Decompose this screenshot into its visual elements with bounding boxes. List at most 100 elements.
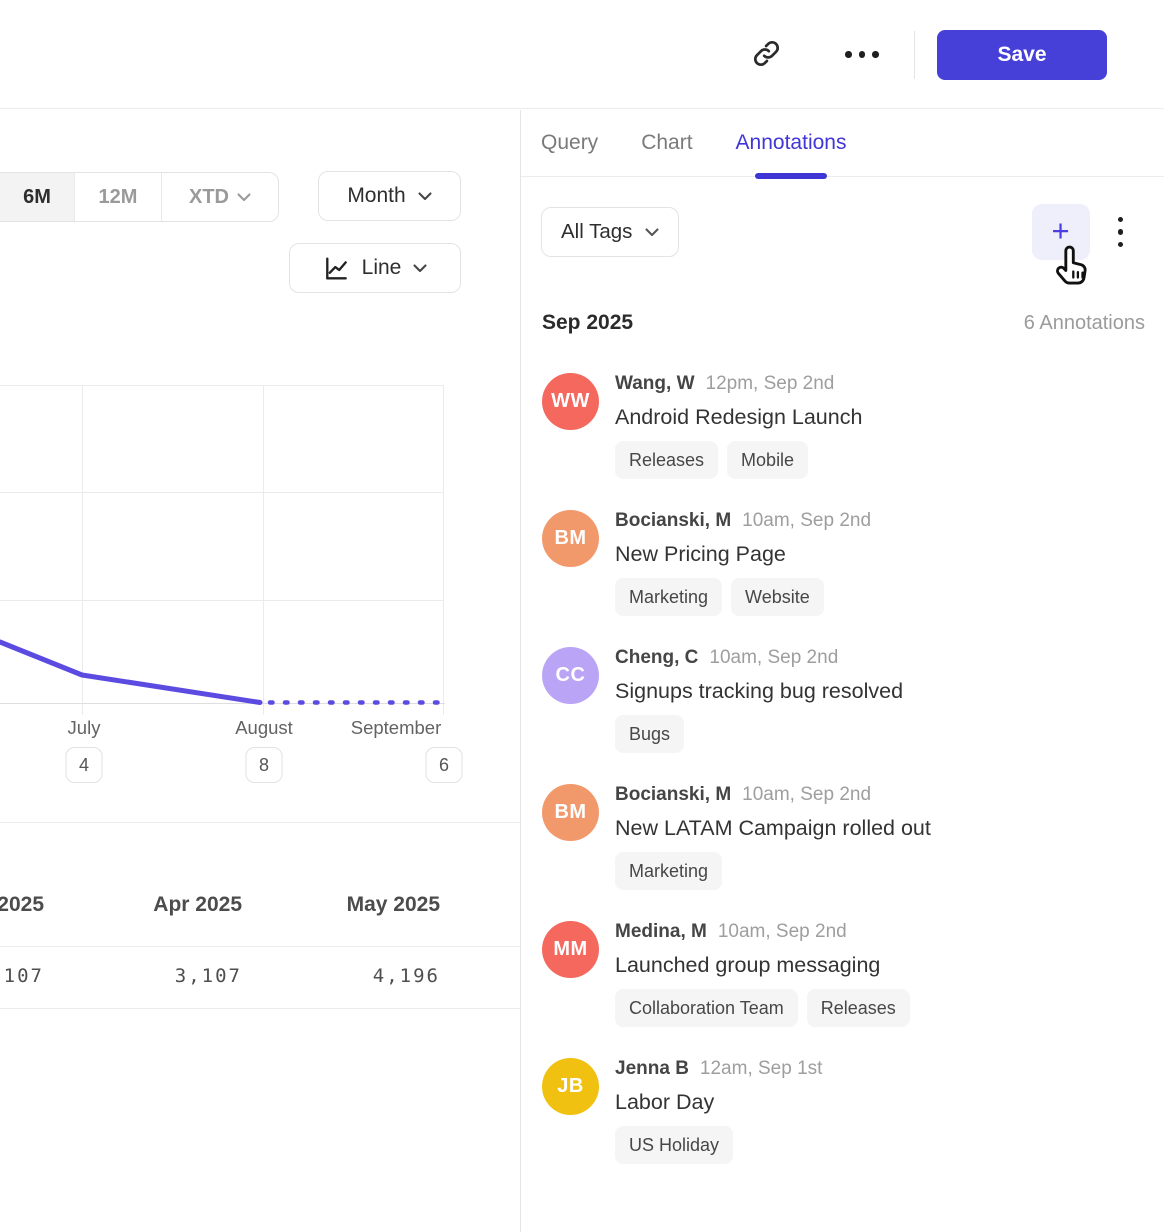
- share-link-button[interactable]: [744, 33, 788, 77]
- range-tab-xtd-label: XTD: [189, 186, 229, 209]
- annotation-author: Bocianski, M: [615, 784, 731, 806]
- line-chart[interactable]: [0, 385, 521, 719]
- annotation-item[interactable]: JB Jenna B 12am, Sep 1st Labor Day US Ho…: [542, 1058, 1145, 1164]
- annotation-count-badge-september[interactable]: 6: [426, 747, 463, 783]
- annotation-timestamp: 10am, Sep 2nd: [718, 921, 847, 943]
- save-button[interactable]: Save: [937, 30, 1107, 80]
- avatar: WW: [542, 373, 599, 430]
- annotation-author: Cheng, C: [615, 647, 698, 669]
- annotation-title: Launched group messaging: [615, 948, 910, 982]
- annotation-title: Android Redesign Launch: [615, 400, 862, 434]
- annotation-tag: US Holiday: [615, 1126, 733, 1164]
- table-header-may: May 2025: [347, 893, 440, 917]
- tab-chart-label: Chart: [641, 131, 692, 155]
- annotation-tag: Marketing: [615, 578, 722, 616]
- chevron-down-icon: [237, 193, 251, 202]
- table-border-mid: [0, 946, 521, 947]
- avatar: JB: [542, 1058, 599, 1115]
- annotation-timestamp: 10am, Sep 2nd: [742, 784, 871, 806]
- annotation-item[interactable]: MM Medina, M 10am, Sep 2nd Launched grou…: [542, 921, 1145, 1027]
- range-tab-6m[interactable]: 6M: [0, 173, 74, 221]
- kebab-icon: [1118, 217, 1124, 223]
- annotation-author: Jenna B: [615, 1058, 689, 1080]
- annotation-tag: Releases: [615, 441, 718, 479]
- avatar: BM: [542, 510, 599, 567]
- annotation-tag: Mobile: [727, 441, 808, 479]
- table-border-top: [0, 822, 521, 823]
- chart-type-label: Line: [362, 256, 402, 280]
- annotation-title: Signups tracking bug resolved: [615, 674, 903, 708]
- annotation-timestamp: 12pm, Sep 2nd: [706, 373, 835, 395]
- month-section-header: Sep 2025 6 Annotations: [542, 311, 1145, 335]
- annotation-title: New LATAM Campaign rolled out: [615, 811, 931, 845]
- table-header-apr: Apr 2025: [153, 893, 242, 917]
- header-divider: [914, 31, 915, 79]
- annotation-item[interactable]: BM Bocianski, M 10am, Sep 2nd New LATAM …: [542, 784, 1145, 890]
- table-border-bottom: [0, 1008, 521, 1009]
- chart-gridlines: [0, 385, 445, 715]
- annotation-item[interactable]: BM Bocianski, M 10am, Sep 2nd New Pricin…: [542, 510, 1145, 616]
- annotation-count-badge-july[interactable]: 4: [66, 747, 103, 783]
- annotation-item[interactable]: WW Wang, W 12pm, Sep 2nd Android Redesig…: [542, 373, 1145, 479]
- table-value-apr: 3,107: [175, 965, 242, 987]
- table-header-mar: 2025: [0, 893, 44, 917]
- tab-query-label: Query: [541, 131, 598, 155]
- active-tab-underline: [755, 173, 827, 179]
- x-axis-label-august: August: [235, 717, 293, 739]
- date-range-segmented-control: 6M 12M XTD: [0, 172, 279, 222]
- all-tags-label: All Tags: [561, 220, 632, 244]
- annotation-item[interactable]: CC Cheng, C 10am, Sep 2nd Signups tracki…: [542, 647, 1145, 753]
- chevron-down-icon: [418, 192, 432, 201]
- annotation-author: Bocianski, M: [615, 510, 731, 532]
- chart-panel: 6M 12M XTD Month Line: [0, 110, 521, 1232]
- section-month-title: Sep 2025: [542, 311, 633, 335]
- table-value-mar: 107: [4, 965, 44, 987]
- chart-type-dropdown[interactable]: Line: [289, 243, 461, 293]
- chevron-down-icon: [645, 228, 659, 237]
- annotation-count-badge-august[interactable]: 8: [246, 747, 283, 783]
- annotation-tag: Releases: [807, 989, 910, 1027]
- avatar: BM: [542, 784, 599, 841]
- more-options-button[interactable]: [840, 33, 884, 77]
- annotation-timestamp: 12am, Sep 1st: [700, 1058, 823, 1080]
- chevron-down-icon: [413, 264, 427, 273]
- tab-chart[interactable]: Chart: [641, 110, 692, 176]
- tab-query[interactable]: Query: [541, 110, 598, 176]
- annotation-timestamp: 10am, Sep 2nd: [709, 647, 838, 669]
- plus-icon: +: [1051, 215, 1069, 246]
- ellipsis-icon: [845, 51, 879, 58]
- annotations-menu-button[interactable]: [1114, 213, 1128, 252]
- annotation-tag: Marketing: [615, 852, 722, 890]
- annotation-list: WW Wang, W 12pm, Sep 2nd Android Redesig…: [542, 373, 1145, 1164]
- annotation-tag: Collaboration Team: [615, 989, 798, 1027]
- tab-annotations-label: Annotations: [736, 131, 847, 155]
- x-axis-label-september: September: [351, 717, 442, 739]
- section-annotation-count: 6 Annotations: [1024, 312, 1145, 335]
- avatar: MM: [542, 921, 599, 978]
- panel-tabs: Query Chart Annotations: [521, 110, 1164, 177]
- annotation-tag: Bugs: [615, 715, 684, 753]
- chart-series-line: [0, 642, 260, 703]
- annotation-tag: Website: [731, 578, 824, 616]
- table-value-may: 4,196: [373, 965, 440, 987]
- granularity-dropdown[interactable]: Month: [318, 171, 461, 221]
- annotations-panel: Query Chart Annotations All Tags +: [521, 110, 1164, 1232]
- annotations-toolbar: All Tags +: [541, 204, 1145, 260]
- x-axis-label-july: July: [68, 717, 101, 739]
- annotation-title: Labor Day: [615, 1085, 822, 1119]
- range-tab-12m[interactable]: 12M: [74, 173, 161, 221]
- annotation-author: Medina, M: [615, 921, 707, 943]
- add-annotation-button[interactable]: +: [1032, 204, 1090, 260]
- link-icon: [751, 38, 782, 72]
- range-tab-6m-label: 6M: [23, 186, 51, 209]
- tab-annotations[interactable]: Annotations: [736, 110, 847, 176]
- annotation-title: New Pricing Page: [615, 537, 871, 571]
- granularity-label: Month: [347, 184, 405, 208]
- range-tab-xtd[interactable]: XTD: [161, 173, 278, 221]
- top-bar: Save: [0, 0, 1164, 109]
- line-chart-icon: [323, 255, 350, 282]
- annotation-timestamp: 10am, Sep 2nd: [742, 510, 871, 532]
- avatar: CC: [542, 647, 599, 704]
- all-tags-filter-dropdown[interactable]: All Tags: [541, 207, 679, 257]
- range-tab-12m-label: 12M: [99, 186, 138, 209]
